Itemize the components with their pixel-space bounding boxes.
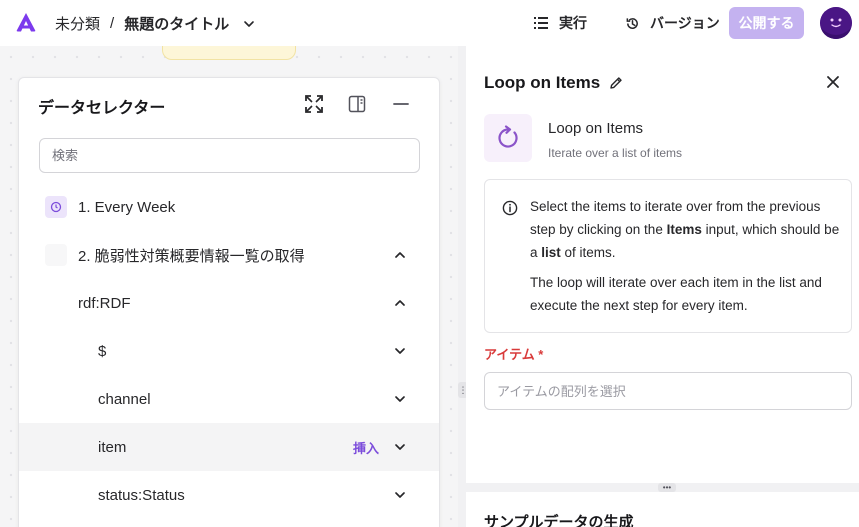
tree-item-label: channel bbox=[98, 390, 151, 408]
tree-item-label: item bbox=[98, 438, 127, 456]
close-icon[interactable] bbox=[826, 75, 840, 89]
tree-item-label: $ bbox=[98, 342, 107, 360]
chevron-down-icon[interactable] bbox=[243, 18, 255, 30]
pencil-icon[interactable] bbox=[608, 75, 624, 91]
tree-item-step-2[interactable]: 2. 脆弱性対策概要情報一覧の取得 bbox=[19, 231, 439, 279]
tree-item-label: 2. 脆弱性対策概要情報一覧の取得 bbox=[78, 247, 305, 265]
breadcrumb-folder[interactable]: 未分類 bbox=[55, 13, 100, 34]
chevron-down-icon[interactable] bbox=[394, 441, 406, 453]
info-callout: Select the items to iterate over from th… bbox=[484, 179, 852, 333]
flow-title[interactable]: 無題のタイトル bbox=[124, 13, 229, 34]
chevron-down-icon[interactable] bbox=[394, 345, 406, 357]
avatar[interactable] bbox=[820, 7, 852, 39]
version-button[interactable]: バージョン bbox=[625, 12, 720, 34]
step-name: Loop on Items bbox=[548, 120, 644, 137]
expand-icon[interactable] bbox=[304, 94, 324, 114]
step-settings-panel: Loop on Items Loop on Items Iterate over… bbox=[466, 46, 859, 527]
dock-panel-icon[interactable] bbox=[347, 94, 367, 114]
avatar-face-icon bbox=[820, 7, 852, 39]
tree-item-rdf[interactable]: rdf:RDF bbox=[19, 279, 439, 327]
app-logo-icon[interactable] bbox=[15, 12, 37, 32]
chevron-up-icon[interactable] bbox=[394, 297, 406, 309]
panel-divider bbox=[458, 46, 466, 527]
info-icon bbox=[502, 200, 518, 216]
info-paragraph-1: Select the items to iterate over from th… bbox=[530, 199, 840, 260]
clock-icon bbox=[45, 196, 67, 218]
version-label: バージョン bbox=[650, 15, 720, 31]
tree-item-label: rdf:RDF bbox=[78, 294, 131, 312]
tree-item-label: 1. Every Week bbox=[78, 198, 176, 216]
chevron-down-icon[interactable] bbox=[394, 489, 406, 501]
history-icon bbox=[626, 17, 638, 29]
top-bar: 未分類 / 無題のタイトル 実行 バージョン 公開する bbox=[0, 0, 859, 46]
panel-title: Loop on Items bbox=[484, 73, 624, 93]
breadcrumb-separator: / bbox=[110, 15, 115, 32]
publish-button[interactable]: 公開する bbox=[729, 7, 804, 39]
tree-item-every-week[interactable]: 1. Every Week bbox=[19, 183, 439, 231]
chevron-down-icon[interactable] bbox=[394, 393, 406, 405]
step-description: Iterate over a list of items bbox=[548, 146, 683, 160]
tree-item-status[interactable]: status:Status bbox=[19, 471, 439, 519]
info-paragraph-2: The loop will iterate over each item in … bbox=[530, 275, 822, 313]
tree-item-dollar[interactable]: $ bbox=[19, 327, 439, 375]
step-icon bbox=[45, 244, 67, 266]
insert-button[interactable]: 挿入 bbox=[353, 438, 379, 457]
resize-handle-horizontal[interactable]: ••• bbox=[658, 483, 676, 492]
tree-item-label: status:Status bbox=[98, 486, 185, 504]
minimize-icon[interactable] bbox=[391, 94, 411, 114]
data-selector-panel: データセレクター 1. Every Week 2. 脆弱性対策概要情報一覧の取得… bbox=[18, 77, 440, 527]
tree-item-item[interactable]: item 挿入 bbox=[19, 423, 439, 471]
search-input[interactable] bbox=[39, 138, 420, 173]
chevron-up-icon[interactable] bbox=[394, 249, 406, 261]
trigger-node-peek[interactable] bbox=[162, 46, 296, 60]
breadcrumb: 未分類 / 無題のタイトル bbox=[55, 13, 255, 34]
list-icon bbox=[534, 17, 548, 29]
items-input[interactable] bbox=[484, 372, 852, 410]
sample-data-title: サンプルデータの生成 bbox=[484, 514, 634, 527]
tree-item-channel[interactable]: channel bbox=[19, 375, 439, 423]
run-label: 実行 bbox=[559, 15, 587, 31]
items-field-label: アイテム * bbox=[484, 347, 544, 362]
panel-title-text[interactable]: Loop on Items bbox=[484, 73, 600, 93]
data-selector-title: データセレクター bbox=[38, 100, 166, 117]
loop-icon bbox=[484, 114, 532, 162]
run-button[interactable]: 実行 bbox=[533, 12, 587, 34]
